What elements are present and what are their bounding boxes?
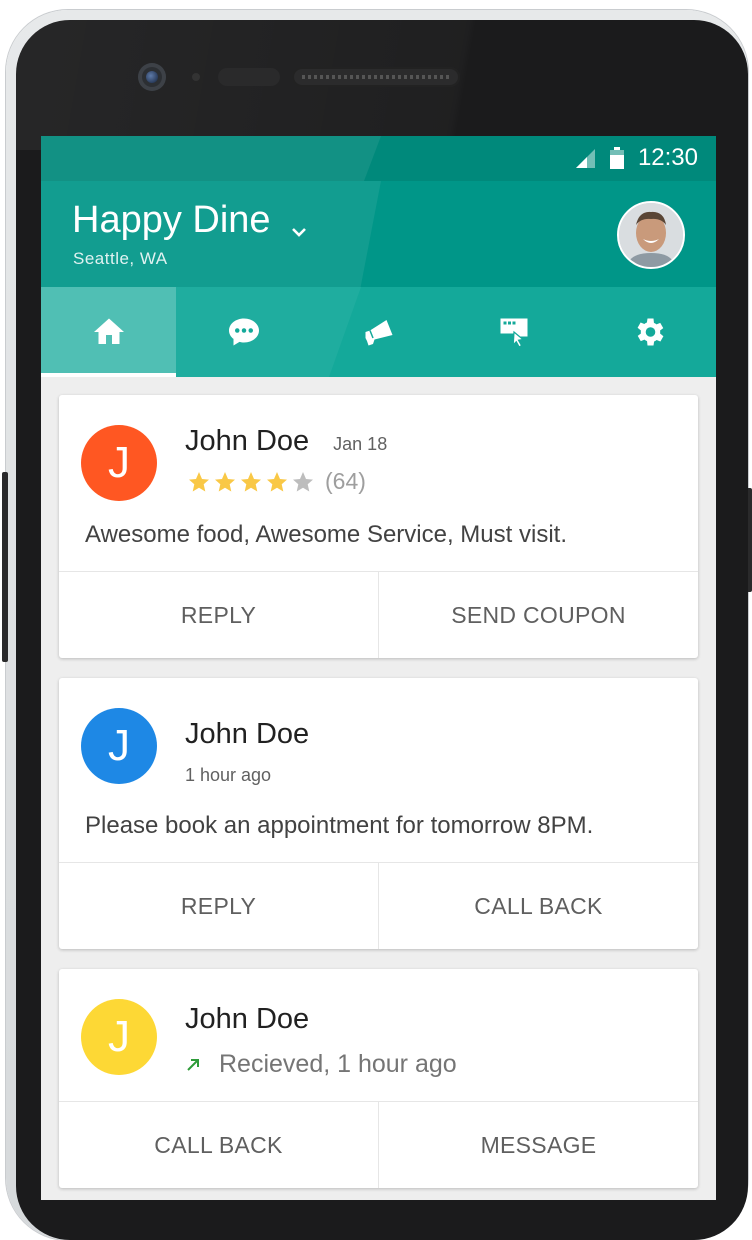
review-count: (64)	[325, 468, 366, 494]
earpiece-speaker	[292, 67, 460, 87]
app-bar: Happy Dine Seattle, WA	[41, 181, 716, 287]
call-status: Recieved, 1 hour ago	[219, 1050, 457, 1078]
profile-avatar[interactable]	[617, 201, 685, 269]
app-screen: 12:30 Happy Dine Seattle, WA J John Doe …	[41, 136, 716, 1200]
message-time: 1 hour ago	[185, 765, 272, 785]
star-rating	[187, 470, 315, 494]
tab-home[interactable]	[41, 287, 176, 377]
tab-settings[interactable]	[581, 287, 716, 377]
star-icon	[215, 471, 235, 491]
light-sensor	[192, 73, 200, 81]
call-back-button[interactable]: CALL BACK	[59, 1102, 378, 1188]
avatar[interactable]: J	[81, 425, 157, 501]
business-location: Seattle, WA	[73, 249, 168, 268]
reviewer-name: John Doe	[185, 425, 310, 457]
review-date: Jan 18	[333, 434, 388, 454]
touch-screen-icon	[500, 318, 527, 348]
tab-campaigns[interactable]	[311, 287, 446, 377]
message-button[interactable]: MESSAGE	[378, 1102, 698, 1188]
megaphone-icon	[365, 320, 392, 346]
message-text: Please book an appointment for tomorrow …	[85, 812, 594, 839]
send-coupon-button[interactable]: SEND COUPON	[378, 572, 698, 658]
tab-messages[interactable]	[176, 287, 311, 377]
star-empty-icon	[293, 471, 313, 491]
volume-button	[2, 472, 8, 662]
tab-interactions[interactable]	[446, 287, 581, 377]
front-camera	[138, 63, 166, 91]
star-icon	[267, 471, 287, 491]
chat-icon	[228, 318, 259, 346]
avatar[interactable]: J	[81, 999, 157, 1075]
review-text: Awesome food, Awesome Service, Must visi…	[85, 521, 567, 548]
call-back-button[interactable]: CALL BACK	[378, 863, 698, 949]
sender-name: John Doe	[185, 718, 310, 750]
person-photo-icon	[619, 203, 683, 267]
battery-icon	[609, 147, 624, 169]
status-bar: 12:30	[41, 136, 716, 181]
caller-name: John Doe	[185, 1003, 310, 1035]
call-card: J John Doe Recieved, 1 hour ago CALL BAC…	[59, 969, 698, 1188]
chevron-down-icon[interactable]	[288, 221, 310, 243]
home-icon	[93, 318, 124, 344]
signal-icon	[575, 149, 595, 168]
activity-feed: J John Doe Jan 18 (64) Awesome food, Awe…	[41, 377, 716, 1188]
business-name[interactable]: Happy Dine	[72, 199, 271, 242]
reply-button[interactable]: REPLY	[59, 572, 378, 658]
star-icon	[189, 471, 209, 491]
call-received-arrow-icon	[187, 1058, 199, 1071]
avatar[interactable]: J	[81, 708, 157, 784]
reply-button[interactable]: REPLY	[59, 863, 378, 949]
status-clock: 12:30	[637, 144, 698, 171]
gear-icon	[637, 318, 663, 346]
review-card: J John Doe Jan 18 (64) Awesome food, Awe…	[59, 395, 698, 658]
proximity-sensor	[218, 68, 280, 86]
tab-bar	[41, 287, 716, 377]
message-card: J John Doe 1 hour ago Please book an app…	[59, 678, 698, 949]
star-icon	[241, 471, 261, 491]
